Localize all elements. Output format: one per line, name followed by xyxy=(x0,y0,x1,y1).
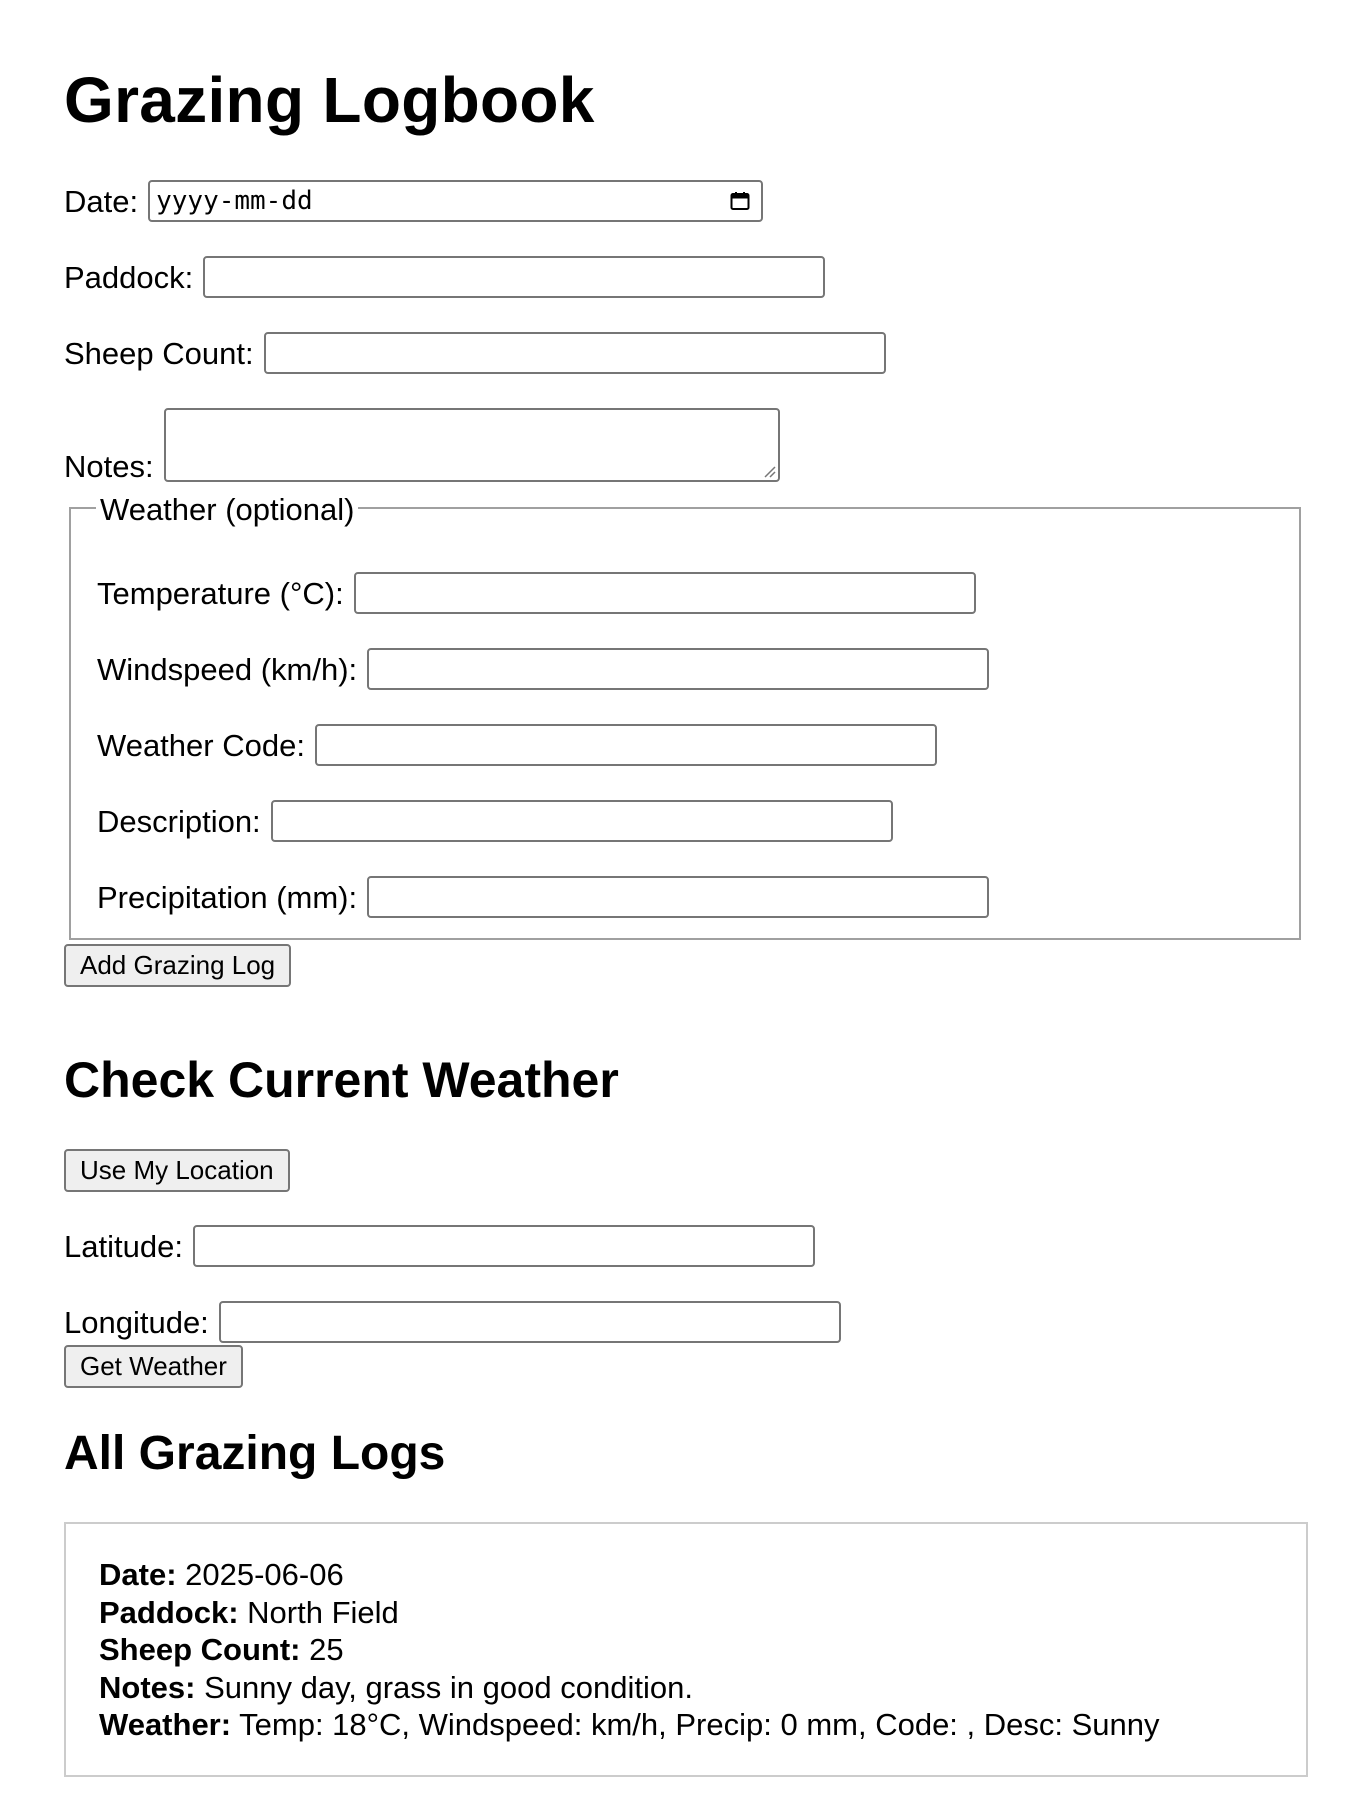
add-grazing-log-button[interactable]: Add Grazing Log xyxy=(64,944,292,987)
precipitation-row: Precipitation (mm): xyxy=(97,876,990,918)
sheep-count-label: Sheep Count: xyxy=(64,335,254,371)
weather-code-row: Weather Code: xyxy=(97,724,937,766)
notes-row: Notes: xyxy=(64,408,780,482)
latitude-input[interactable] xyxy=(192,1225,815,1267)
longitude-input[interactable] xyxy=(218,1301,841,1343)
notes-label: Notes: xyxy=(64,449,154,484)
log-sheep-count-line: Sheep Count: 25 xyxy=(99,1631,1160,1669)
windspeed-row: Windspeed (km/h): xyxy=(97,648,990,690)
log-weather-line: Weather: Temp: 18°C, Windspeed: km/h, Pr… xyxy=(99,1706,1160,1744)
log-notes-line: Notes: Sunny day, grass in good conditio… xyxy=(99,1669,1160,1707)
calendar-icon[interactable] xyxy=(729,190,751,212)
latitude-row: Latitude: xyxy=(64,1225,815,1267)
log-notes-value: Sunny day, grass in good condition. xyxy=(204,1669,693,1705)
log-entry: Date: 2025-06-06 Paddock: North Field Sh… xyxy=(99,1556,1160,1744)
all-logs-heading: All Grazing Logs xyxy=(64,1427,446,1480)
precipitation-label: Precipitation (mm): xyxy=(97,879,358,915)
longitude-row: Longitude: xyxy=(64,1301,841,1343)
date-placeholder: yyyy-mm-dd xyxy=(156,186,313,216)
precipitation-input[interactable] xyxy=(367,876,990,918)
get-weather-button[interactable]: Get Weather xyxy=(64,1345,243,1388)
windspeed-label: Windspeed (km/h): xyxy=(97,651,358,687)
longitude-label: Longitude: xyxy=(64,1304,209,1340)
weather-legend: Weather (optional) xyxy=(96,492,359,528)
log-sheep-count-value: 25 xyxy=(309,1632,344,1667)
resize-grip-icon[interactable] xyxy=(762,464,776,478)
latitude-label: Latitude: xyxy=(64,1228,183,1264)
page-title: Grazing Logbook xyxy=(64,64,595,136)
description-label: Description: xyxy=(97,803,261,839)
paddock-label: Paddock: xyxy=(64,259,194,295)
check-weather-heading: Check Current Weather xyxy=(64,1052,619,1108)
log-paddock-line: Paddock: North Field xyxy=(99,1594,1160,1632)
date-row: Date: yyyy-mm-dd xyxy=(64,180,764,222)
grazing-logbook-page: Grazing Logbook Date: yyyy-mm-dd Paddock… xyxy=(0,0,1356,1808)
description-row: Description: xyxy=(97,800,893,842)
log-paddock-value: North Field xyxy=(247,1594,399,1630)
log-date-line: Date: 2025-06-06 xyxy=(99,1556,1160,1594)
temperature-label: Temperature (°C): xyxy=(97,575,344,611)
paddock-row: Paddock: xyxy=(64,256,826,298)
use-my-location-button[interactable]: Use My Location xyxy=(64,1149,290,1192)
log-weather-label: Weather: xyxy=(99,1707,232,1742)
temperature-row: Temperature (°C): xyxy=(97,572,976,614)
description-input[interactable] xyxy=(270,800,893,842)
windspeed-input[interactable] xyxy=(367,648,990,690)
paddock-input[interactable] xyxy=(203,256,826,298)
log-date-value: 2025-06-06 xyxy=(185,1557,344,1592)
log-notes-label: Notes: xyxy=(99,1669,196,1705)
temperature-input[interactable] xyxy=(353,572,976,614)
log-date-label: Date: xyxy=(99,1557,177,1592)
sheep-count-row: Sheep Count: xyxy=(64,332,886,374)
sheep-count-input[interactable] xyxy=(263,332,886,374)
date-input[interactable]: yyyy-mm-dd xyxy=(148,180,764,222)
log-weather-value: Temp: 18°C, Windspeed: km/h, Precip: 0 m… xyxy=(239,1707,1160,1742)
log-paddock-label: Paddock: xyxy=(99,1594,239,1630)
notes-textarea[interactable] xyxy=(163,408,780,482)
weather-code-label: Weather Code: xyxy=(97,727,305,763)
date-label: Date: xyxy=(64,183,139,219)
weather-code-input[interactable] xyxy=(314,724,937,766)
log-sheep-count-label: Sheep Count: xyxy=(99,1632,301,1667)
